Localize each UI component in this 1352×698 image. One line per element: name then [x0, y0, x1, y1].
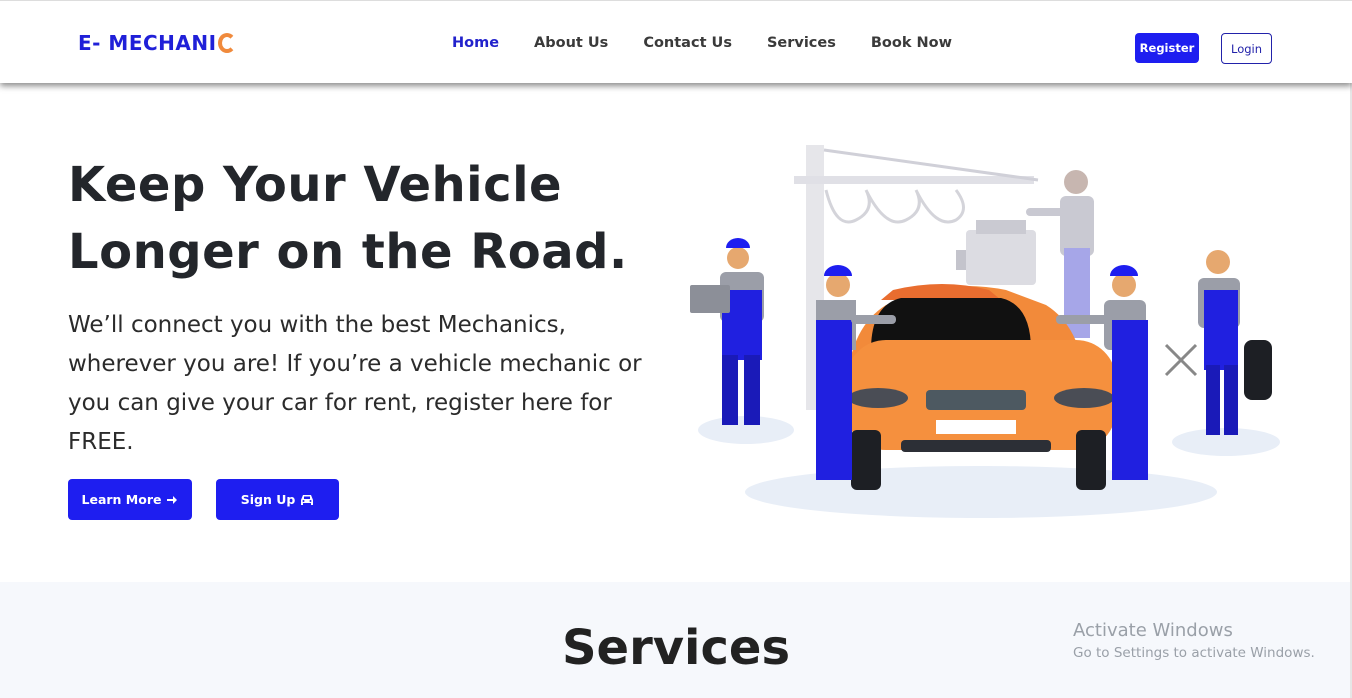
brand-logo[interactable]: E- MECHANI: [78, 31, 236, 55]
sign-up-button[interactable]: Sign Up: [216, 479, 339, 520]
learn-more-button[interactable]: Learn More: [68, 479, 192, 520]
arrow-right-icon: [167, 495, 178, 504]
hero-text: We’ll connect you with the best Mechanic…: [68, 312, 642, 455]
nav-home[interactable]: Home: [452, 35, 499, 51]
logo-c-icon: [217, 33, 236, 53]
login-button[interactable]: Login: [1221, 33, 1272, 64]
nav-services[interactable]: Services: [767, 35, 836, 51]
nav-contact-us[interactable]: Contact Us: [643, 35, 732, 51]
hero-title: Keep Your Vehicle Longer on the Road.: [68, 157, 628, 280]
main-nav: Home About Us Contact Us Services Book N…: [452, 35, 987, 51]
nav-about-us[interactable]: About Us: [534, 35, 608, 51]
sign-up-label: Sign Up: [240, 492, 296, 507]
learn-more-label: Learn More: [81, 492, 162, 507]
logo-text: E- MECHANI: [78, 31, 217, 55]
navbar: E- MECHANI Home About Us Contact Us Serv…: [0, 0, 1352, 83]
watermark-line-1: Activate Windows: [1073, 620, 1233, 641]
windows-activation-watermark: Activate Windows Go to Settings to activ…: [1073, 620, 1315, 661]
nav-book-now[interactable]: Book Now: [871, 35, 952, 51]
watermark-line-2: Go to Settings to activate Windows.: [1073, 645, 1315, 661]
register-button[interactable]: Register: [1135, 33, 1199, 63]
car-icon: [301, 494, 314, 505]
mechanics-illustration: [690, 145, 1280, 518]
